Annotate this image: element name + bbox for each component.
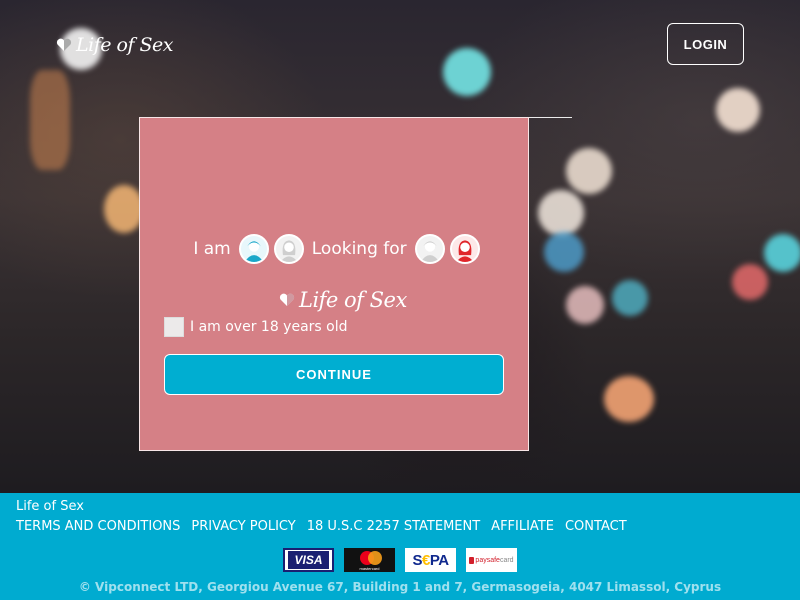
footer-link-affiliate[interactable]: AFFILIATE [491,519,554,534]
lock-icon [469,556,475,564]
bokeh-light [104,185,144,233]
logo-text: Life of Sex [76,34,174,56]
male-avatar-icon[interactable] [238,234,269,264]
age-confirm: I am over 18 years old [164,317,348,337]
divider-line [527,117,572,118]
mastercard-logo: mastercard [344,548,395,572]
footer-link-2257[interactable]: 18 U.S.C 2257 STATEMENT [307,519,480,534]
bokeh-light [732,264,768,300]
footer-link-privacy[interactable]: PRIVACY POLICY [191,519,295,534]
heart-logo-icon [279,293,295,306]
continue-button[interactable]: CONTINUE [164,354,504,395]
footer-links: TERMS AND CONDITIONS PRIVACY POLICY 18 U… [16,519,627,534]
sepa-logo: S € PA [405,548,456,572]
copyright-text: © Vipconnect LTD, Georgiou Avenue 67, Bu… [78,580,722,594]
visa-logo: VISA [283,548,334,572]
male-avatar-icon[interactable] [414,234,445,264]
footer-link-terms[interactable]: TERMS AND CONDITIONS [16,519,180,534]
login-button[interactable]: LOGIN [667,23,744,65]
footer-link-contact[interactable]: CONTACT [565,519,627,534]
age-confirm-label: I am over 18 years old [190,319,348,335]
modal-logo: Life of Sex [279,288,407,312]
bokeh-light [716,88,760,132]
female-avatar-icon[interactable] [273,234,304,264]
bokeh-light [566,286,604,324]
payment-methods: VISA mastercard S € PA paysafe card [283,548,517,572]
bokeh-light [443,48,491,96]
i-am-label: I am [193,239,231,259]
site-logo[interactable]: Life of Sex [56,34,174,56]
bokeh-light [604,376,654,422]
paysafecard-logo: paysafe card [466,548,517,572]
bokeh-light [612,280,648,316]
gender-selector: I am Looking for [140,234,530,264]
bokeh-light [544,232,584,272]
female-avatar-icon[interactable] [449,234,480,264]
heart-logo-icon [56,38,72,51]
footer-brand: Life of Sex [16,499,84,514]
footer: Life of Sex TERMS AND CONDITIONS PRIVACY… [0,493,800,600]
bokeh-light [30,70,70,170]
age-checkbox[interactable] [164,317,184,337]
looking-for-label: Looking for [311,239,407,259]
bokeh-light [538,190,584,236]
bokeh-light [566,148,612,194]
bokeh-light [764,234,800,272]
logo-text: Life of Sex [299,288,407,312]
signup-modal: Life of Sex I am Looking for I am over 1… [139,117,529,451]
